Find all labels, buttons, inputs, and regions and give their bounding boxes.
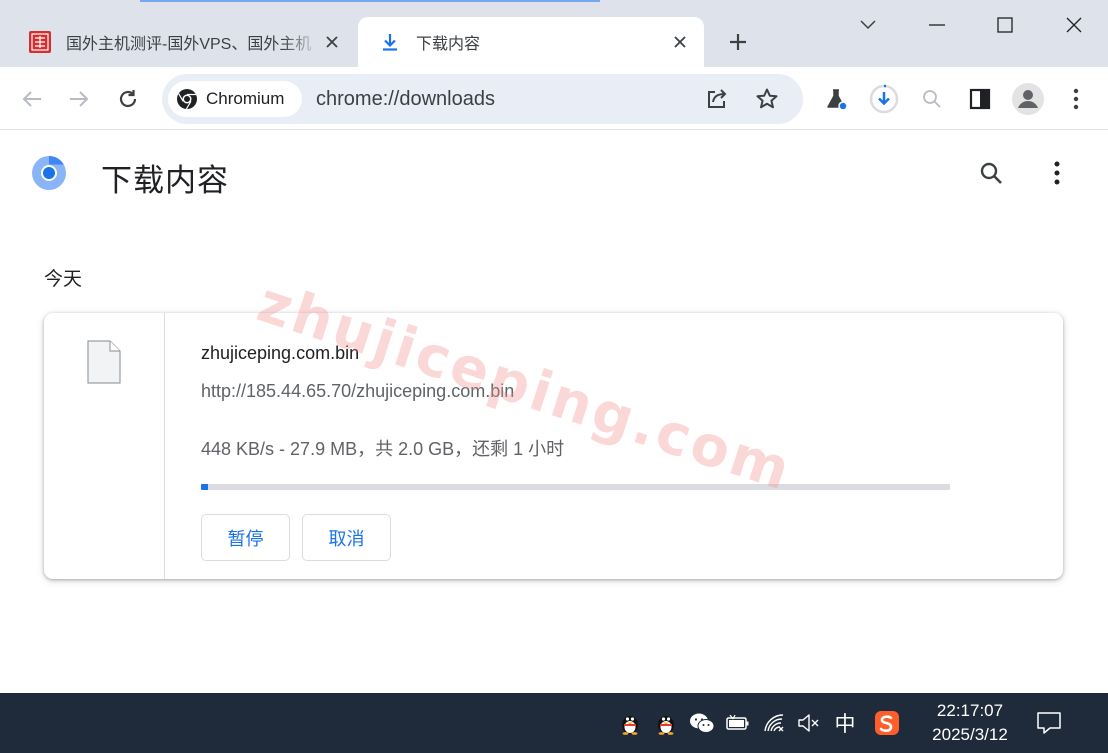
cancel-button[interactable]: 取消 — [302, 514, 391, 561]
tab-strip: 国外主机测评-国外VPS、国外主机 下载内容 — [0, 0, 1108, 67]
tab-downloads[interactable]: 下载内容 — [358, 17, 704, 67]
site-info-chip[interactable]: Chromium — [168, 81, 302, 117]
minimize-icon[interactable] — [922, 10, 952, 40]
volume-muted-icon[interactable] — [795, 709, 823, 737]
browser-toolbar: Chromium chrome://downloads — [0, 67, 1108, 130]
download-progress-bar — [201, 484, 950, 490]
date-group-label: 今天 — [44, 269, 83, 290]
close-window-icon[interactable] — [1059, 10, 1089, 40]
downloads-icon[interactable] — [868, 83, 900, 115]
chip-label: Chromium — [206, 89, 285, 108]
profile-avatar-icon[interactable] — [1012, 83, 1044, 115]
back-icon[interactable] — [16, 83, 48, 115]
share-icon[interactable] — [702, 84, 732, 114]
new-tab-button[interactable] — [724, 28, 752, 56]
close-tab-icon[interactable] — [320, 30, 344, 54]
forward-icon[interactable] — [63, 83, 95, 115]
chromium-logo-icon — [32, 156, 66, 190]
file-icon-column — [44, 313, 165, 579]
labs-flask-icon[interactable] — [820, 83, 852, 115]
download-status-text: 448 KB/s - 27.9 MB，共 2.0 GB，还剩 1 小时 — [201, 439, 565, 459]
wechat-icon[interactable] — [688, 709, 716, 737]
download-arrow-icon — [378, 30, 402, 54]
clock-date: 2025/3/12 — [932, 725, 1008, 744]
qq-penguin-icon[interactable] — [616, 709, 644, 737]
tab-strip-accent — [140, 0, 600, 2]
close-tab-icon[interactable] — [668, 30, 692, 54]
url-text[interactable]: chrome://downloads — [316, 88, 495, 111]
tab-zhujiceping[interactable]: 国外主机测评-国外VPS、国外主机 — [12, 17, 356, 67]
notification-center-icon[interactable] — [1035, 709, 1063, 737]
side-panel-icon[interactable] — [964, 83, 996, 115]
clock-time: 22:17:07 — [936, 701, 1004, 720]
qq-penguin-icon[interactable] — [652, 709, 680, 737]
tab-title: 下载内容 — [416, 36, 481, 53]
sogou-input-icon[interactable] — [873, 709, 901, 737]
browser-menu-icon[interactable] — [1060, 83, 1092, 115]
page-title: 下载内容 — [101, 163, 229, 198]
site-seal-icon — [28, 30, 52, 54]
chromium-icon — [177, 89, 197, 110]
system-clock[interactable]: 22:17:07 2025/3/12 — [922, 699, 1018, 747]
reload-icon[interactable] — [112, 83, 144, 115]
more-actions-icon[interactable] — [1041, 157, 1073, 189]
address-bar[interactable]: Chromium chrome://downloads — [162, 74, 803, 124]
download-source-url[interactable]: http://185.44.65.70/zhujiceping.com.bin — [201, 381, 514, 402]
battery-charging-icon[interactable] — [724, 709, 752, 737]
download-progress-fill — [201, 484, 209, 490]
ime-indicator[interactable]: 中 — [831, 709, 859, 737]
zoom-search-icon[interactable] — [916, 83, 948, 115]
tab-search-chevron-icon[interactable] — [853, 10, 883, 40]
maximize-icon[interactable] — [990, 10, 1020, 40]
downloads-header: 下载内容 — [0, 131, 1108, 221]
pause-button[interactable]: 暂停 — [201, 514, 290, 561]
file-icon — [87, 340, 121, 384]
bookmark-star-icon[interactable] — [752, 84, 782, 114]
windows-taskbar: 中 22:17:07 2025/3/12 — [0, 693, 1108, 753]
tab-title: 国外主机测评-国外VPS、国外主机 — [66, 36, 312, 53]
download-filename[interactable]: zhujiceping.com.bin — [201, 343, 359, 364]
search-downloads-icon[interactable] — [975, 157, 1007, 189]
wifi-icon[interactable] — [760, 709, 788, 737]
download-item-card: zhujiceping.com.bin http://185.44.65.70/… — [44, 313, 1063, 579]
